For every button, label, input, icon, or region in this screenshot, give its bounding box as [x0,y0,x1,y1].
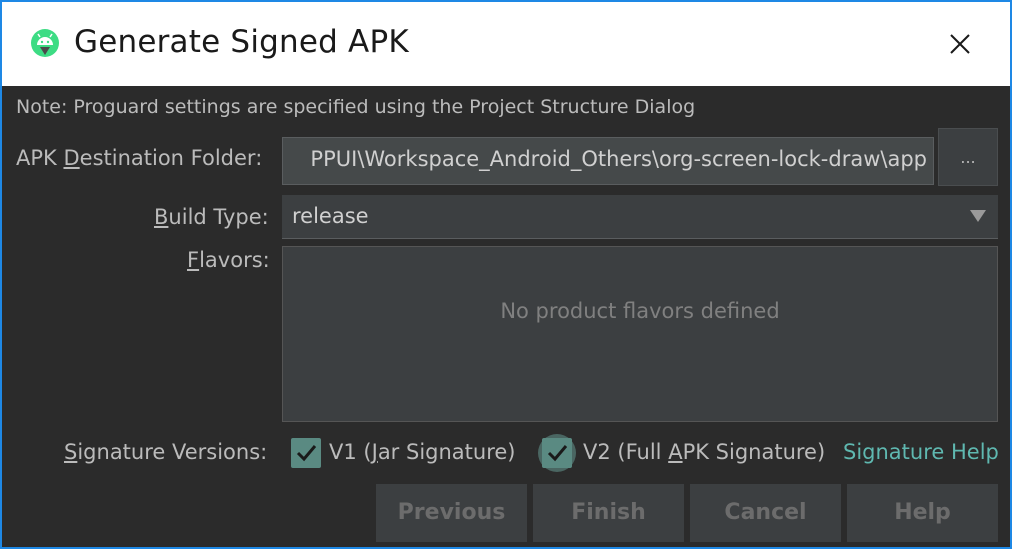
android-studio-icon [31,29,59,57]
destination-folder-input[interactable]: PPUI\Workspace_Android_Others\org-screen… [282,137,934,185]
checkmark-icon [547,445,568,462]
title-bar: Generate Signed APK [2,2,1010,86]
cancel-button[interactable]: Cancel [690,484,841,542]
close-icon[interactable] [940,24,980,64]
build-type-label: Build Type: [154,205,269,229]
destination-label: APK Destination Folder: [16,146,263,170]
flavors-list[interactable]: No product flavors defined [282,246,998,422]
signature-help-link[interactable]: Signature Help [843,440,999,464]
browse-button[interactable]: ... [938,128,998,186]
generate-signed-apk-dialog: Generate Signed APK Note: Proguard setti… [0,0,1012,549]
previous-button[interactable]: Previous [376,484,527,542]
proguard-note: Note: Proguard settings are specified us… [16,96,696,118]
v1-signature-checkbox[interactable] [291,438,321,468]
flavors-label: Flavors: [187,248,270,272]
build-type-select[interactable]: release [282,195,998,239]
v2-signature-label: V2 (Full APK Signature) [583,440,826,464]
destination-folder-value: PPUI\Workspace_Android_Others\org-screen… [310,147,927,171]
v2-signature-checkbox[interactable] [542,438,572,468]
dialog-title: Generate Signed APK [74,24,409,60]
checkmark-icon [296,445,317,462]
build-type-value: release [292,204,369,228]
help-button[interactable]: Help [847,484,998,542]
finish-button[interactable]: Finish [533,484,684,542]
v1-signature-label: V1 (Jar Signature) [329,440,516,464]
signature-versions-label: Signature Versions: [64,440,268,464]
flavors-empty-text: No product flavors defined [500,299,780,323]
chevron-down-icon [970,210,986,222]
